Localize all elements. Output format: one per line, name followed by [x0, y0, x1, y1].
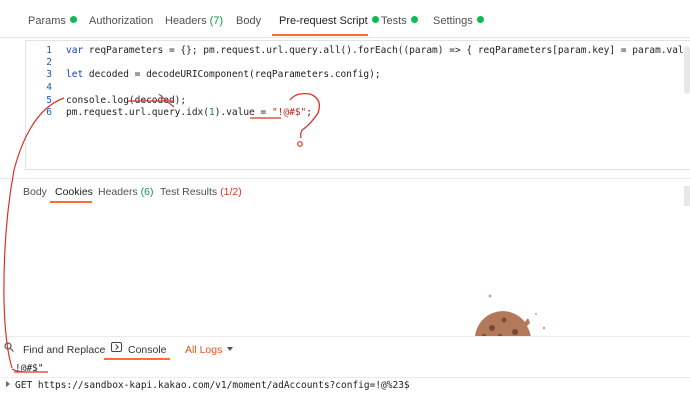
log-level-dropdown[interactable]: All Logs: [185, 344, 234, 356]
tab-test-results[interactable]: Test Results (1/2): [160, 186, 242, 198]
console-request-entry[interactable]: GET https://sandbox-kapi.kakao.com/v1/mo…: [6, 380, 410, 391]
code-line-5[interactable]: console.log(decoded);: [66, 95, 186, 106]
find-replace-button[interactable]: Find and Replace: [23, 344, 105, 356]
console-divider: [0, 377, 690, 378]
panel-scrollbar[interactable]: [684, 186, 690, 206]
tab-settings[interactable]: Settings: [433, 15, 484, 31]
tab-cookies[interactable]: Cookies: [55, 186, 93, 198]
console-toolbar: Find and Replace Console All Logs: [0, 336, 690, 360]
console-icon: [111, 342, 122, 352]
chevron-down-icon: [227, 347, 234, 351]
status-dot-icon: [69, 16, 77, 23]
tab-response-body[interactable]: Body: [23, 186, 47, 198]
line-number: 4: [46, 82, 52, 93]
tab-tests[interactable]: Tests: [381, 15, 418, 31]
response-tab-bar: Body Cookies Headers (6) Test Results (1…: [0, 178, 690, 204]
status-dot-icon: [410, 16, 418, 23]
code-line-1[interactable]: var reqParameters = {}; pm.request.url.q…: [66, 45, 690, 56]
request-tab-bar: Params Authorization Headers (7) Body Pr…: [0, 0, 690, 38]
line-number: 5: [46, 95, 52, 106]
status-dot-icon: [371, 16, 379, 23]
line-number: 2: [46, 57, 52, 68]
active-tab-indicator: [272, 34, 368, 36]
code-line-3[interactable]: let decoded = decodeURIComponent(reqPara…: [66, 69, 381, 80]
active-response-tab-indicator: [50, 201, 92, 203]
editor-scrollbar[interactable]: [684, 46, 690, 94]
tab-params[interactable]: Params: [28, 15, 77, 31]
tab-headers[interactable]: Headers (7): [165, 15, 223, 31]
console-tab[interactable]: Console: [128, 344, 167, 356]
tab-pre-request-script[interactable]: Pre-request Script: [279, 15, 379, 31]
line-number: 3: [46, 69, 52, 80]
line-number: 1: [46, 45, 52, 56]
active-console-indicator: [104, 358, 170, 360]
status-dot-icon: [476, 16, 484, 23]
tab-body[interactable]: Body: [236, 15, 261, 31]
expand-caret-icon[interactable]: [6, 381, 10, 387]
tab-response-headers[interactable]: Headers (6): [98, 186, 153, 198]
search-icon[interactable]: [4, 342, 14, 352]
console-log-entry[interactable]: !@#$": [15, 363, 44, 374]
tab-authorization[interactable]: Authorization: [89, 15, 153, 31]
line-number: 6: [46, 107, 52, 118]
cookie-illustration: [474, 294, 546, 342]
code-line-6[interactable]: pm.request.url.query.idx(1).value = "!@#…: [66, 107, 312, 118]
